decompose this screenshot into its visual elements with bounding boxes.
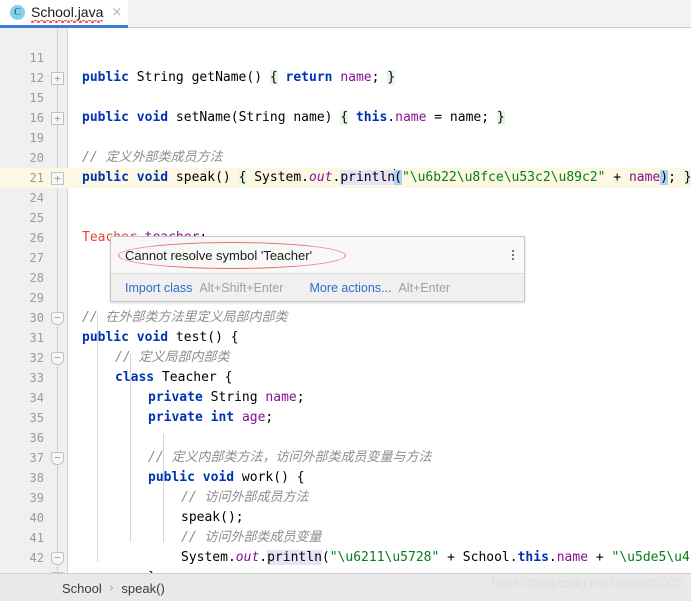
fold-toggle-42[interactable]: − xyxy=(51,552,64,565)
more-actions-shortcut: Alt+Enter xyxy=(398,280,451,295)
line-number-40[interactable]: 40 xyxy=(0,508,44,528)
code-line-37[interactable]: public void work() { xyxy=(68,468,691,488)
tooltip-actions-row: Import class Alt+Shift+Enter More action… xyxy=(111,273,524,301)
line-number-28[interactable]: 28 xyxy=(0,268,44,288)
fold-toggle-12[interactable]: + xyxy=(51,72,64,85)
fold-toggle-32[interactable]: − xyxy=(51,352,64,365)
line-number-11[interactable]: 11 xyxy=(0,48,44,68)
import-class-shortcut: Alt+Shift+Enter xyxy=(199,280,284,295)
code-line-12[interactable]: public String getName() { return name; } xyxy=(68,68,691,88)
code-line-33[interactable]: private String name; xyxy=(68,388,691,408)
code-editor[interactable]: 11 12 +15 16 +19 20 21 +24 25 26 27 28 29 30−31 32−33 3… xyxy=(0,28,691,585)
editor-tab-bar: C School.java × xyxy=(0,0,691,28)
code-line-40[interactable]: // 访问外部类成员变量 xyxy=(68,528,691,548)
chevron-right-icon: › xyxy=(109,582,114,594)
code-line-36[interactable]: // 定义内部类方法，访问外部类成员变量与方法 xyxy=(68,448,691,468)
breadcrumb: School › speak() xyxy=(62,574,165,601)
line-number-31[interactable]: 31 xyxy=(0,328,44,348)
line-number-12[interactable]: 12 xyxy=(0,68,44,88)
fold-toggle-37[interactable]: − xyxy=(51,452,64,465)
line-number-30[interactable]: 30 xyxy=(0,308,44,328)
watermark-text: https://blog.csdn.net/howard2005 xyxy=(491,575,683,590)
code-line-32[interactable]: class Teacher { xyxy=(68,368,691,388)
ide-editor-window: C School.java × 11 12 +15 16 +19 20 21 +24 25 26 2… xyxy=(0,0,691,601)
line-number-19[interactable]: 19 xyxy=(0,128,44,148)
line-number-26[interactable]: 26 xyxy=(0,228,44,248)
editor-tab-label: School.java xyxy=(31,4,104,23)
fold-rail xyxy=(57,28,58,573)
more-actions-action[interactable]: More actions... xyxy=(309,281,391,295)
error-tooltip-popup[interactable]: Cannot resolve symbol 'Teacher' Import c… xyxy=(110,236,525,302)
status-bar: School › speak() https://blog.csdn.net/h… xyxy=(0,573,691,601)
tab-bar-empty-area xyxy=(128,0,691,27)
line-number-37[interactable]: 37 xyxy=(0,448,44,468)
java-class-icon: C xyxy=(10,5,25,20)
tooltip-message-row: Cannot resolve symbol 'Teacher' xyxy=(111,237,524,273)
close-icon[interactable]: × xyxy=(111,6,122,19)
line-number-25[interactable]: 25 xyxy=(0,208,44,228)
line-number-15[interactable]: 15 xyxy=(0,88,44,108)
line-number-29[interactable]: 29 xyxy=(0,288,44,308)
code-line-30[interactable]: public void test() { xyxy=(68,328,691,348)
fold-toggle-30[interactable]: − xyxy=(51,312,64,325)
code-line-41[interactable]: System.out.println("\u6211\u5728" + Scho… xyxy=(68,548,691,568)
line-number-16[interactable]: 16 xyxy=(0,108,44,128)
line-number-41[interactable]: 41 xyxy=(0,528,44,548)
line-number-38[interactable]: 38 xyxy=(0,468,44,488)
code-line-39[interactable]: speak(); xyxy=(68,508,691,528)
tooltip-message: Cannot resolve symbol 'Teacher' xyxy=(125,247,313,263)
line-number-36[interactable]: 36 xyxy=(0,428,44,448)
line-number-21[interactable]: 21 xyxy=(0,168,44,188)
fold-toggle-16[interactable]: + xyxy=(51,112,64,125)
line-number-35[interactable]: 35 xyxy=(0,408,44,428)
line-number-24[interactable]: 24 xyxy=(0,188,44,208)
line-number-27[interactable]: 27 xyxy=(0,248,44,268)
more-options-icon[interactable] xyxy=(512,248,514,262)
line-number-32[interactable]: 32 xyxy=(0,348,44,368)
code-line-38[interactable]: // 访问外部成员方法 xyxy=(68,488,691,508)
code-line-29[interactable]: // 在外部类方法里定义局部内部类 xyxy=(68,308,691,328)
code-line-21[interactable]: public void speak() { System.out.println… xyxy=(68,168,691,188)
code-line-31[interactable]: // 定义局部内部类 xyxy=(68,348,691,368)
fold-toggle-21[interactable]: + xyxy=(51,172,64,185)
breadcrumb-item-class[interactable]: School xyxy=(62,581,102,596)
code-line-34[interactable]: private int age; xyxy=(68,408,691,428)
line-number-33[interactable]: 33 xyxy=(0,368,44,388)
line-number-39[interactable]: 39 xyxy=(0,488,44,508)
line-number-34[interactable]: 34 xyxy=(0,388,44,408)
line-number-42[interactable]: 42 xyxy=(0,548,44,568)
editor-tab-school-java[interactable]: C School.java × xyxy=(0,0,129,28)
code-line-20[interactable]: // 定义外部类成员方法 xyxy=(68,148,691,168)
import-class-action[interactable]: Import class xyxy=(125,281,192,295)
breadcrumb-item-method[interactable]: speak() xyxy=(121,581,164,596)
line-number-20[interactable]: 20 xyxy=(0,148,44,168)
code-line-16[interactable]: public void setName(String name) { this.… xyxy=(68,108,691,128)
